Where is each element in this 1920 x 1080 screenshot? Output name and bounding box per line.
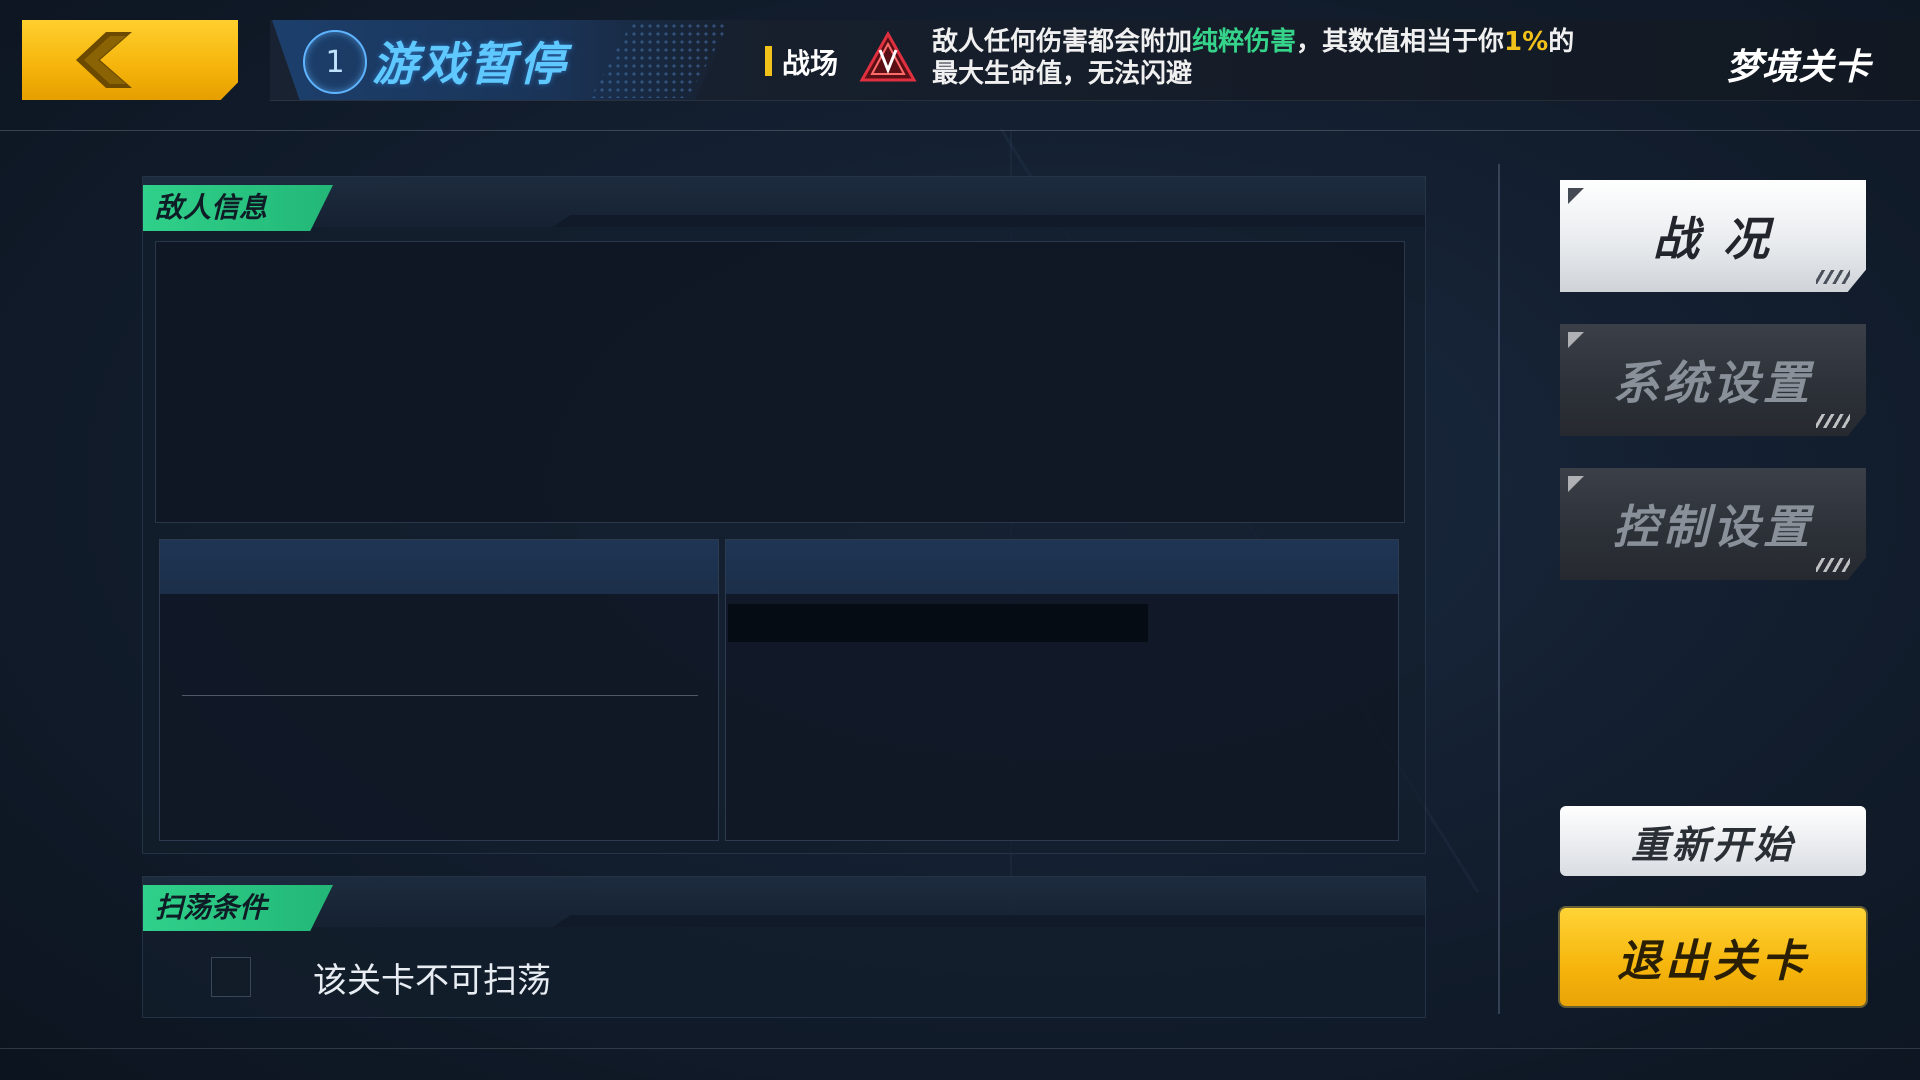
system-settings-button[interactable]: 系统设置	[1560, 324, 1866, 436]
enemy-detail-right	[725, 539, 1399, 841]
battlefield-modifier-text: 敌人任何伤害都会附加纯粹伤害，其数值相当于你1%的最大生命值，无法闪避	[932, 27, 1575, 89]
enemy-detail-left	[159, 539, 719, 841]
stage-mode-label: 梦境关卡	[1725, 47, 1870, 88]
top-divider	[0, 130, 1920, 131]
enemy-view-area	[155, 241, 1405, 523]
vertical-divider	[1498, 164, 1500, 1014]
sub-box-header	[160, 540, 718, 594]
slash-decoration	[1816, 270, 1850, 284]
button-label: 控制设置	[1613, 500, 1813, 554]
back-chevron-icon	[76, 32, 132, 88]
panel-header	[143, 877, 1425, 927]
bottom-divider	[0, 1048, 1920, 1049]
slash-decoration	[1816, 558, 1850, 572]
battlefield-label: 战场	[782, 47, 839, 80]
battlefield-marker	[765, 46, 772, 76]
control-settings-button[interactable]: 控制设置	[1560, 468, 1866, 580]
corner-mark	[1568, 476, 1584, 492]
stage-number-icon: 1	[303, 30, 367, 94]
sub-box-header	[726, 540, 1398, 594]
sweep-condition-panel: 扫荡条件 该关卡不可扫荡	[142, 876, 1426, 1018]
sweep-condition-tag: 扫荡条件	[143, 885, 333, 931]
corner-mark	[1568, 332, 1584, 348]
back-button[interactable]	[22, 20, 238, 100]
top-bar: 1 游戏暂停 战场 敌人任何伤害都会附加纯粹伤害，其数值相当于你1%的最大生命值…	[0, 0, 1920, 130]
panel-header	[143, 177, 1425, 227]
exit-stage-button[interactable]: 退出关卡	[1560, 908, 1866, 1006]
battle-status-button[interactable]: 战 况	[1560, 180, 1866, 292]
selection-bar	[728, 604, 1148, 642]
battlefield-emblem-icon	[859, 30, 917, 82]
enemy-info-tag: 敌人信息	[143, 185, 333, 231]
enemy-info-panel: 敌人信息	[142, 176, 1426, 854]
corner-mark	[1568, 188, 1584, 204]
button-label: 战 况	[1652, 212, 1773, 266]
separator-line	[182, 695, 698, 696]
button-label: 系统设置	[1613, 356, 1813, 410]
page-title: 游戏暂停	[372, 37, 568, 91]
slash-decoration	[1816, 414, 1850, 428]
sweep-checkbox[interactable]	[211, 957, 251, 997]
restart-button[interactable]: 重新开始	[1560, 806, 1866, 876]
sweep-status-text: 该关卡不可扫荡	[313, 961, 551, 1001]
